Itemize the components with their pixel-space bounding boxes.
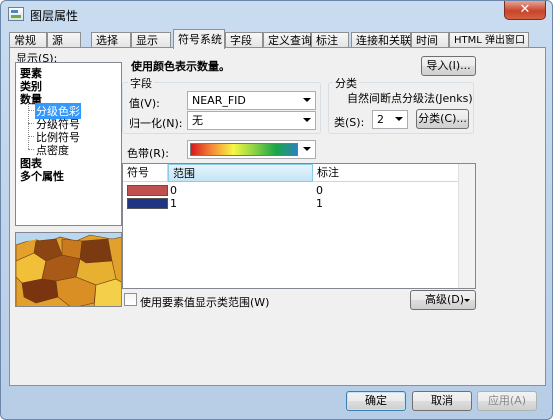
tab-joins-relates[interactable]: 连接和关联 (351, 32, 411, 48)
chevron-down-icon (303, 98, 311, 102)
classes-select[interactable]: 2 (372, 110, 408, 129)
close-button[interactable]: ✕ (504, 1, 546, 20)
ok-button[interactable]: 确定 (346, 391, 406, 411)
classes-label: 类(S): (334, 116, 365, 129)
tree-connector (28, 136, 34, 137)
color-ramp-swatch (190, 143, 298, 156)
classification-method: 自然间断点分级法(Jenks) (347, 92, 473, 105)
tab-display[interactable]: 显示 (131, 32, 171, 48)
class-range-cell[interactable]: 0 (170, 184, 177, 197)
class-table[interactable]: 符号 范围 标注 0 0 1 1 (122, 163, 476, 289)
normalize-text: 无 (192, 114, 203, 127)
tree-connector (28, 110, 34, 111)
tree-connector (28, 123, 34, 124)
show-class-ranges-checkbox[interactable] (124, 293, 137, 306)
class-symbol-swatch[interactable] (127, 185, 168, 196)
advanced-button-label: 高级(D) (425, 293, 465, 306)
class-symbol-swatch[interactable] (127, 198, 168, 209)
chevron-down-icon (464, 299, 470, 302)
color-ramp-label: 色带(R): (127, 147, 169, 160)
advanced-button[interactable]: 高级(D) (410, 290, 476, 310)
fields-group-title: 字段 (128, 75, 154, 91)
chevron-down-icon (303, 118, 311, 122)
classify-button[interactable]: 分类(C)... (416, 109, 469, 129)
value-field-select[interactable]: NEAR_FID (187, 91, 316, 110)
value-label: 值(V): (129, 97, 160, 110)
color-ramp-select[interactable] (187, 140, 316, 159)
tab-fields[interactable]: 字段 (225, 32, 263, 48)
tab-symbology[interactable]: 符号系统 (173, 29, 225, 49)
tab-html-popup[interactable]: HTML 弹出窗口 (449, 32, 529, 48)
value-field-text: NEAR_FID (192, 94, 246, 107)
table-scrollbar[interactable] (458, 164, 475, 288)
class-range-cell[interactable]: 1 (170, 197, 177, 210)
normalize-select[interactable]: 无 (187, 111, 316, 130)
column-header-range[interactable]: 范围 (168, 164, 313, 182)
tab-time[interactable]: 时间 (411, 32, 449, 48)
column-header-label[interactable]: 标注 (313, 164, 459, 182)
window-title: 图层属性 (30, 9, 79, 23)
show-tree[interactable]: 要素 类别 数量 分级色彩 分级符号 比例符号 点密度 图表 多个属性 (15, 62, 122, 226)
layer-properties-icon (8, 7, 24, 21)
class-label-cell[interactable]: 1 (316, 197, 323, 210)
symbology-heading: 使用颜色表示数量。 (131, 60, 230, 73)
classes-text: 2 (377, 113, 384, 126)
class-label-cell[interactable]: 0 (316, 184, 323, 197)
tab-general[interactable]: 常规 (9, 32, 47, 48)
tab-selection[interactable]: 选择 (91, 32, 131, 48)
chevron-down-icon (303, 147, 311, 151)
symbology-preview-map (15, 232, 122, 307)
show-class-ranges-label: 使用要素值显示类范围(W) (140, 296, 270, 309)
tree-connector (28, 149, 34, 150)
apply-button[interactable]: 应用(A) (477, 391, 537, 411)
tab-labels[interactable]: 标注 (311, 32, 349, 48)
classification-group-title: 分类 (333, 75, 359, 91)
chevron-down-icon (395, 117, 403, 121)
tree-item-multiple-attributes[interactable]: 多个属性 (20, 168, 64, 184)
preview-map-image (16, 233, 121, 306)
import-button[interactable]: 导入(I)... (421, 56, 476, 76)
cancel-button[interactable]: 取消 (412, 391, 472, 411)
tab-definition-query[interactable]: 定义查询 (263, 32, 312, 48)
tab-source[interactable]: 源 (47, 32, 81, 48)
title-bar: 图层属性 ✕ (1, 1, 552, 29)
normalize-label: 归一化(N): (129, 117, 183, 130)
column-header-symbol[interactable]: 符号 (123, 164, 168, 182)
layer-properties-window: 图层属性 ✕ 常规 源 选择 显示 符号系统 字段 定义查询 标注 连接和关联 … (0, 0, 553, 420)
